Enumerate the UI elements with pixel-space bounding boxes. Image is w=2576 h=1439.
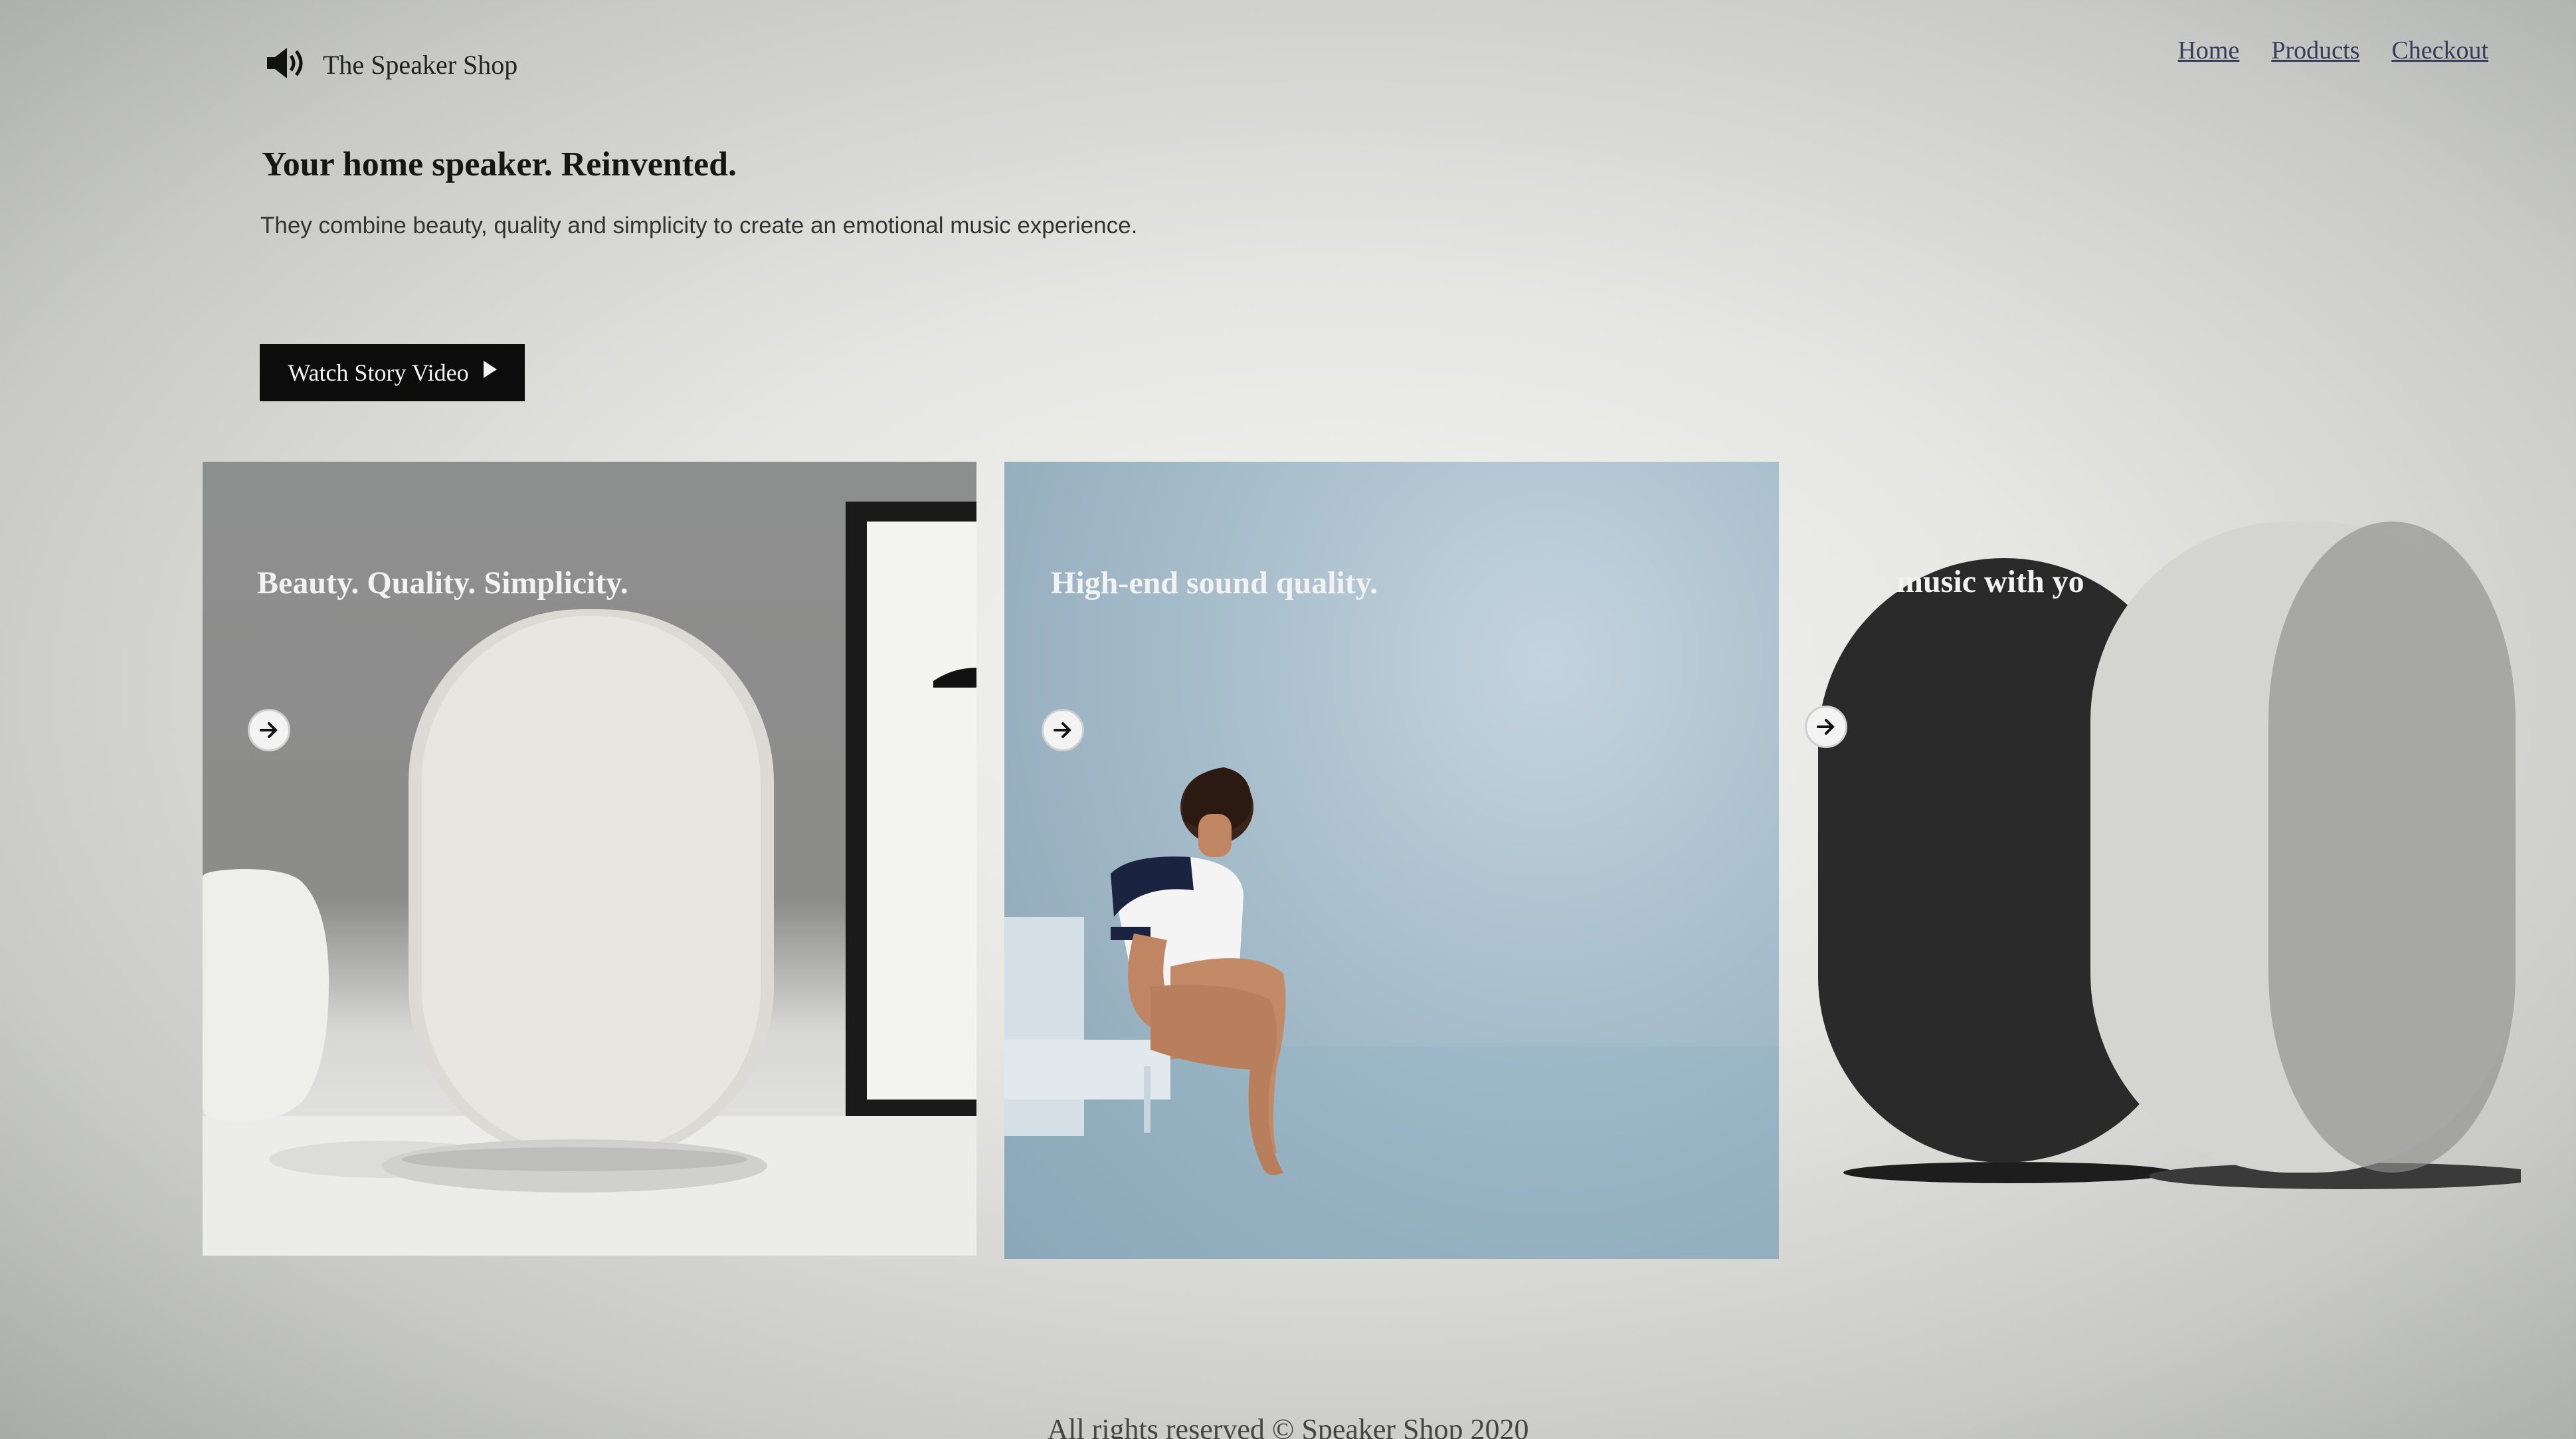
- card-2-arrow-button[interactable]: [1042, 709, 1084, 751]
- footer-copyright: All rights reserved © Speaker Shop 2020: [1047, 1413, 1529, 1439]
- arrow-right-icon: [1817, 719, 1835, 735]
- card-1-title: Beauty. Quality. Simplicity.: [257, 565, 628, 601]
- arrow-right-icon: [1054, 722, 1071, 738]
- product-card-music[interactable]: music with yo: [1803, 505, 2521, 1269]
- play-icon: [483, 361, 497, 378]
- hero-subtitle: They combine beauty, quality and simplic…: [260, 213, 1138, 239]
- product-card-beauty[interactable]: Beauty. Quality. Simplicity.: [203, 462, 976, 1256]
- card-3-arrow-button[interactable]: [1805, 706, 1847, 748]
- main-nav: Home Products Checkout: [2177, 36, 2488, 65]
- nav-home-link[interactable]: Home: [2177, 36, 2239, 65]
- logo-text: The Speaker Shop: [323, 50, 518, 80]
- product-card-sound-quality[interactable]: High-end sound quality.: [1004, 462, 1779, 1259]
- watch-story-video-button[interactable]: Watch Story Video: [260, 344, 525, 401]
- card-3-illustration: [1818, 522, 2521, 1189]
- card-3-title: music with yo: [1896, 564, 2084, 599]
- nav-products-link[interactable]: Products: [2271, 36, 2359, 65]
- speaker-icon: [264, 45, 308, 84]
- nav-checkout-link[interactable]: Checkout: [2391, 36, 2488, 65]
- arrow-right-icon: [260, 722, 278, 738]
- watch-story-video-label: Watch Story Video: [288, 359, 469, 386]
- card-2-title: High-end sound quality.: [1051, 565, 1378, 601]
- logo[interactable]: The Speaker Shop: [264, 45, 517, 84]
- card-1-arrow-button[interactable]: [248, 709, 290, 751]
- hero-title: Your home speaker. Reinvented.: [262, 145, 737, 183]
